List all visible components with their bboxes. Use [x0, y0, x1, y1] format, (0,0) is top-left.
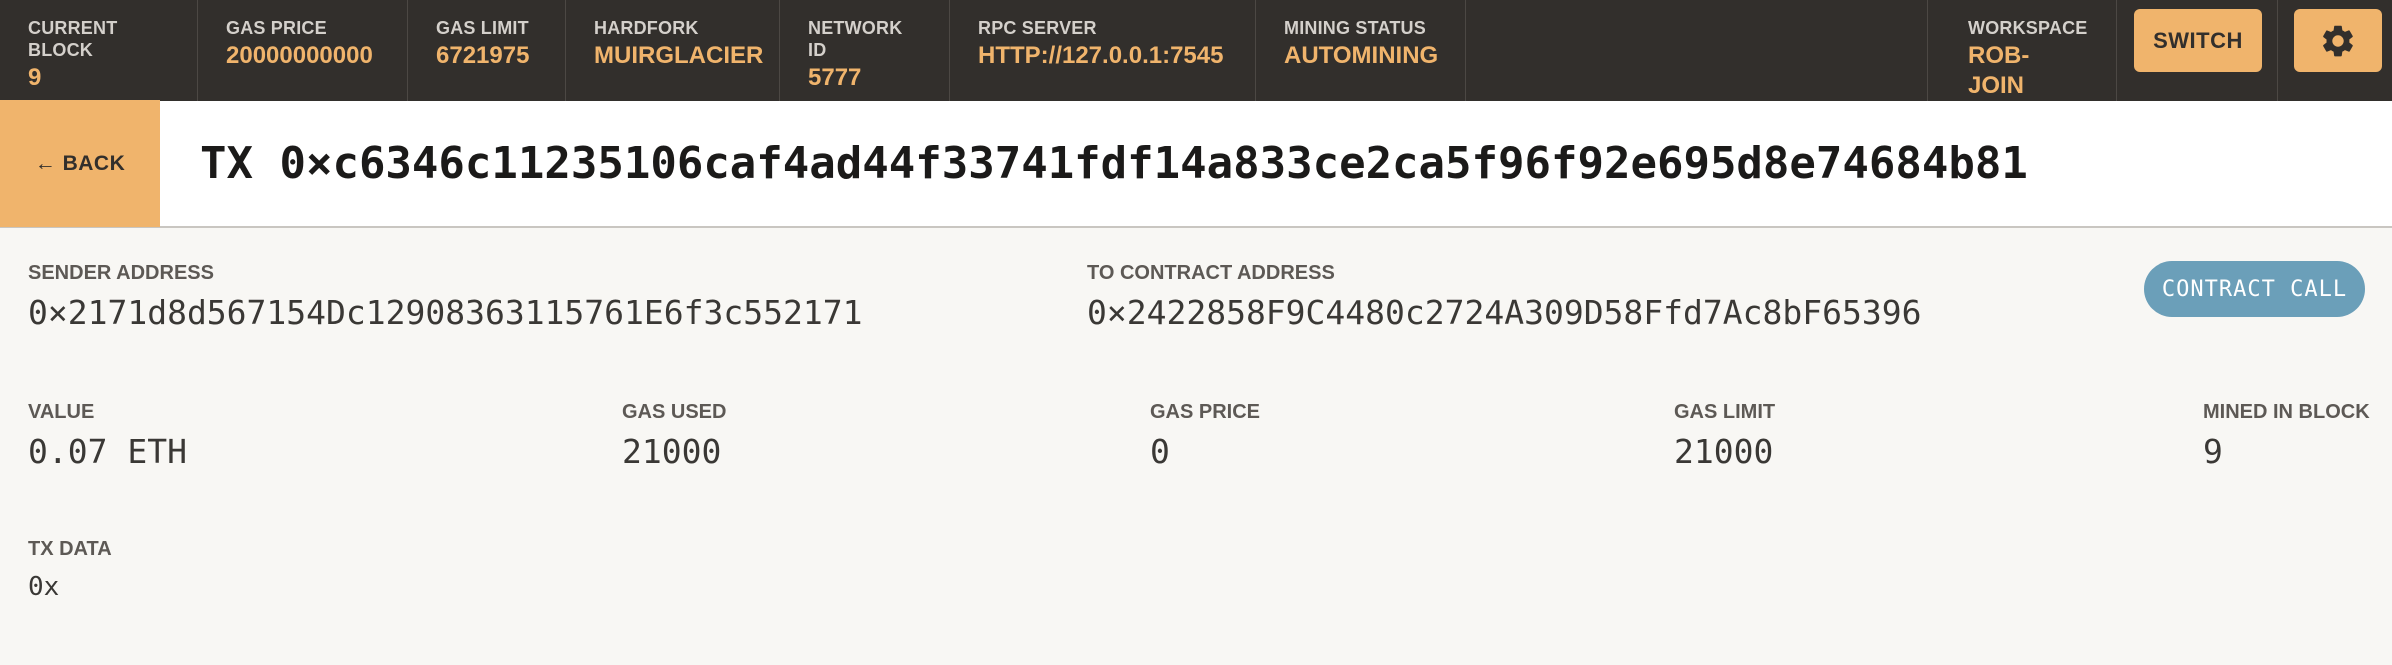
mining-status-label: MINING STATUS	[1284, 18, 1426, 38]
gas-used-value: 21000	[622, 432, 722, 471]
back-button[interactable]: ← BACK	[0, 100, 160, 227]
gas-price-detail-label: GAS PRICE	[1150, 401, 1261, 423]
gas-price-field: GAS PRICE 0	[1150, 400, 1260, 472]
sender-address-field: SENDER ADDRESS 0×2171d8d567154Dc12908363…	[28, 261, 862, 333]
value-field: VALUE 0.07 ETH	[28, 400, 187, 472]
workspace-label: WORKSPACE	[1968, 18, 2088, 38]
sender-address-value: 0×2171d8d567154Dc12908363115761E6f3c5521…	[28, 293, 863, 332]
value-label: VALUE	[28, 401, 95, 423]
switch-container: SWITCH	[2117, 0, 2278, 101]
network-id-stat: NETWORK ID 5777	[780, 0, 950, 101]
settings-button[interactable]	[2294, 9, 2382, 72]
status-bar: CURRENT BLOCK 9 GAS PRICE 20000000000 GA…	[0, 0, 2392, 101]
mined-in-block-field: MINED IN BLOCK 9	[2203, 400, 2370, 472]
gas-limit-value: 6721975	[436, 42, 530, 69]
sender-address-label: SENDER ADDRESS	[28, 262, 214, 284]
switch-workspace-button[interactable]: SWITCH	[2134, 9, 2262, 72]
gas-limit-detail-label: GAS LIMIT	[1674, 401, 1776, 423]
rpc-server-label: RPC SERVER	[978, 18, 1097, 38]
workspace-value: ROB-JOIN	[1968, 42, 2030, 99]
rpc-server-value: HTTP://127.0.0.1:7545	[978, 42, 1224, 69]
gas-used-field: GAS USED 21000	[622, 400, 726, 472]
gas-limit-field: GAS LIMIT 21000	[1674, 400, 1775, 472]
value-value: 0.07 ETH	[28, 432, 187, 471]
tx-data-value: 0x	[28, 572, 60, 602]
gas-limit-detail-value: 21000	[1674, 432, 1774, 471]
tx-header: ← BACK TX 0×c6346c11235106caf4ad44f33741…	[0, 100, 2392, 228]
hardfork-label: HARDFORK	[594, 18, 699, 38]
current-block-label: CURRENT BLOCK	[28, 18, 118, 60]
network-id-value: 5777	[808, 64, 862, 91]
current-block-stat: CURRENT BLOCK 9	[0, 0, 198, 101]
gas-price-stat: GAS PRICE 20000000000	[198, 0, 408, 101]
contract-call-badge: CONTRACT CALL	[2144, 261, 2365, 317]
mined-in-block-value: 9	[2203, 432, 2223, 471]
workspace-stat: WORKSPACE ROB-JOIN	[1927, 0, 2117, 101]
gas-used-label: GAS USED	[622, 401, 727, 423]
hardfork-stat: HARDFORK MUIRGLACIER	[566, 0, 780, 101]
tx-data-label: TX DATA	[28, 538, 112, 560]
to-contract-address-value: 0×2422858F9C4480c2724A309D58Ffd7Ac8bF653…	[1087, 293, 1922, 332]
status-bar-spacer	[1466, 0, 1927, 101]
gas-price-label: GAS PRICE	[226, 18, 327, 38]
to-contract-address-label: TO CONTRACT ADDRESS	[1087, 262, 1335, 284]
tx-data-field: TX DATA 0x	[28, 537, 112, 603]
settings-container	[2278, 0, 2392, 101]
current-block-value: 9	[28, 64, 42, 91]
mining-status-value: AUTOMINING	[1284, 42, 1439, 69]
gas-limit-label: GAS LIMIT	[436, 18, 529, 38]
gear-icon	[2323, 25, 2353, 56]
gas-price-value: 20000000000	[226, 42, 373, 69]
gas-limit-stat: GAS LIMIT 6721975	[408, 0, 566, 101]
mining-status-stat: MINING STATUS AUTOMINING	[1256, 0, 1466, 101]
hardfork-value: MUIRGLACIER	[594, 42, 764, 69]
mined-in-block-label: MINED IN BLOCK	[2203, 401, 2370, 423]
gas-price-detail-value: 0	[1150, 432, 1170, 471]
network-id-label: NETWORK ID	[808, 18, 903, 60]
to-contract-address-field: TO CONTRACT ADDRESS 0×2422858F9C4480c272…	[1087, 261, 1921, 333]
rpc-server-stat: RPC SERVER HTTP://127.0.0.1:7545	[950, 0, 1256, 101]
tx-hash-title: TX 0×c6346c11235106caf4ad44f33741fdf14a8…	[200, 138, 2028, 189]
